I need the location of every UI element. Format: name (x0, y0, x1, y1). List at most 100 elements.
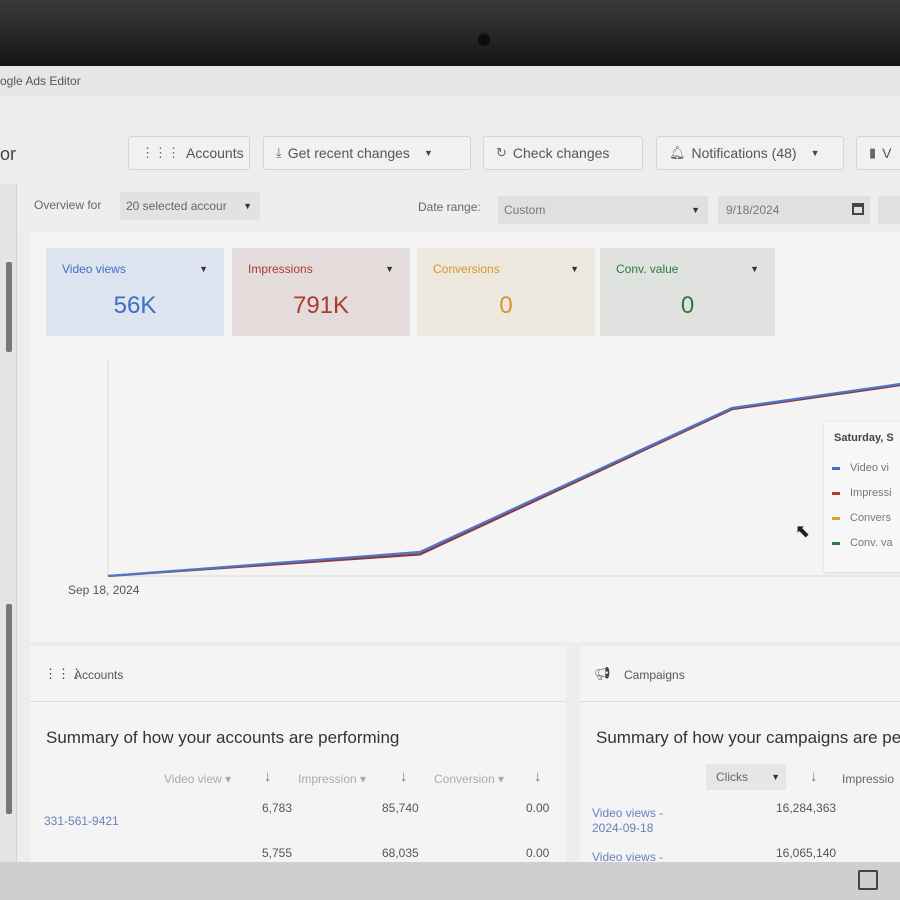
table-cell: 6,783 (262, 801, 293, 815)
chevron-down-icon: ▼ (243, 201, 252, 211)
start-date-value: 9/18/2024 (726, 203, 780, 217)
column-header-impressions[interactable]: Impressio (842, 772, 894, 786)
chevron-down-icon[interactable]: ▼ (811, 148, 820, 158)
bar-chart-icon: ▮ (869, 145, 877, 160)
column-header-impressions[interactable]: Impression ▾ (298, 772, 366, 786)
table-cell: 5,755 (262, 846, 293, 860)
accounts-button[interactable]: ⋮⋮⋮ Accounts (128, 136, 250, 170)
scrollbar-thumb[interactable] (6, 262, 12, 352)
megaphone-icon: 📢︎ (594, 666, 611, 681)
table-cell: 68,035 (382, 846, 419, 860)
overview-label: Overview for (34, 198, 102, 212)
legend-swatch (832, 516, 840, 520)
mouse-pointer-icon: ⬉ (795, 521, 811, 541)
download-icon: ⤓ (276, 145, 282, 160)
app-window: ogle Ads Editor or ⋮⋮⋮ Accounts ⤓ Get re… (0, 66, 900, 866)
account-selector-value: 20 selected accour (126, 199, 227, 213)
metric-selector-value: Clicks (716, 770, 748, 784)
x-tick-label: Sep 18, 2024 (68, 583, 140, 597)
metric-label: Conv. value (616, 262, 679, 276)
bell-icon: 🔔︎ (669, 145, 686, 160)
metric-card-impressions[interactable]: Impressions ▼ 791K (232, 248, 410, 336)
legend-swatch (832, 491, 840, 495)
window-icon[interactable] (858, 870, 878, 890)
table-cell: 0.00 (526, 846, 550, 860)
metric-card-conv-value[interactable]: Conv. value ▼ 0 (600, 248, 775, 336)
campaign-name-link[interactable]: Video views - 2024-09-18 (592, 806, 682, 836)
check-changes-label: Check changes (512, 145, 610, 161)
column-header-conversions[interactable]: Conversion ▾ (434, 772, 504, 786)
date-range-value: Custom (504, 203, 546, 217)
calendar-icon[interactable] (852, 203, 864, 215)
chevron-down-icon[interactable]: ▼ (424, 148, 433, 158)
card-heading: Summary of how your campaigns are pe (596, 728, 900, 747)
date-range-label: Date range: (418, 200, 481, 214)
start-date-field[interactable]: 9/18/2024 (718, 196, 870, 224)
metric-label: Impressions (248, 262, 313, 276)
title-bar: ogle Ads Editor (0, 66, 900, 96)
campaigns-summary-card: 📢︎ Campaigns Summary of how your campaig… (580, 646, 900, 866)
check-changes-button[interactable]: ↻ Check changes (483, 136, 643, 170)
laptop-bezel-top (0, 0, 900, 66)
tooltip-row-conv-value: Conv. va (832, 537, 893, 549)
sort-arrow-icon[interactable]: ↓ (264, 768, 272, 785)
tooltip-row-conversions: Convers (832, 512, 891, 524)
tooltip-row-label: Conv. va (850, 537, 893, 549)
metric-label: Conversions (433, 262, 500, 276)
sort-arrow-icon[interactable]: ↓ (810, 768, 818, 785)
card-heading: Summary of how your accounts are perform… (46, 728, 400, 747)
get-recent-changes-label: Get recent changes (287, 145, 410, 161)
sort-arrow-icon[interactable]: ↓ (534, 768, 542, 785)
left-side-panel (0, 184, 17, 866)
account-id-link[interactable]: 331-561-9421 (44, 814, 119, 828)
chevron-down-icon: ▼ (691, 205, 700, 215)
tooltip-row-video-views: Video vi (832, 462, 889, 474)
view-stats-button[interactable]: ▮ V (856, 136, 900, 170)
card-header: ⋮⋮⋮ Accounts (30, 646, 566, 702)
line-chart: Sep 18, 2024 (68, 360, 900, 597)
chevron-down-icon[interactable]: ▼ (750, 264, 759, 274)
accounts-button-label: Accounts (186, 145, 244, 161)
chevron-down-icon[interactable]: ▼ (385, 264, 394, 274)
column-header-video-views[interactable]: Video view ▾ (164, 772, 231, 786)
account-selector[interactable]: 20 selected accour ▼ (120, 192, 260, 220)
tooltip-row-label: Impressi (850, 487, 892, 499)
table-cell: 16,284,363 (776, 801, 837, 815)
table-cell: 0.00 (526, 801, 550, 815)
metric-selector[interactable]: Clicks ▼ (706, 764, 786, 790)
date-range-selector[interactable]: Custom ▼ (498, 196, 708, 224)
window-title: ogle Ads Editor (0, 74, 81, 88)
chevron-down-icon[interactable]: ▼ (199, 264, 208, 274)
metric-value: 0 (680, 292, 695, 319)
legend-swatch (832, 541, 840, 545)
get-recent-changes-button[interactable]: ⤓ Get recent changes ▼ (263, 136, 471, 170)
series-line-video-views (107, 382, 900, 578)
chevron-down-icon[interactable]: ▼ (570, 264, 579, 274)
view-stats-label: V (882, 145, 892, 161)
card-header: 📢︎ Campaigns (580, 646, 900, 702)
grid-icon: ⋮⋮⋮ (141, 145, 180, 160)
table-cell: 16,065,140 (776, 846, 837, 860)
taskbar (0, 862, 900, 900)
accounts-summary-card: ⋮⋮⋮ Accounts Summary of how your account… (30, 646, 566, 866)
app-title-fragment: or (0, 144, 17, 164)
overview-filter-bar: Overview for 20 selected accour ▼ Date r… (20, 184, 900, 230)
scrollbar-thumb[interactable] (6, 604, 12, 814)
webcam-icon (478, 34, 490, 46)
metric-card-conversions[interactable]: Conversions ▼ 0 (417, 248, 595, 336)
refresh-icon: ↻ (496, 145, 507, 160)
series-line-impressions (107, 384, 900, 578)
table-cell: 85,740 (382, 801, 419, 815)
metric-label: Video views (62, 262, 126, 276)
chevron-down-icon: ▼ (771, 772, 780, 782)
tooltip-row-label: Video vi (850, 462, 889, 474)
card-title: Campaigns (624, 668, 685, 682)
notifications-button[interactable]: 🔔︎ Notifications (48) ▼ (656, 136, 844, 170)
end-date-field[interactable]: 9/ (878, 196, 900, 224)
sort-arrow-icon[interactable]: ↓ (400, 768, 408, 785)
metric-card-video-views[interactable]: Video views ▼ 56K (46, 248, 224, 336)
notifications-label: Notifications (48) (691, 145, 797, 161)
metric-value: 56K (113, 292, 157, 319)
metric-value: 0 (499, 292, 513, 319)
tooltip-row-label: Convers (850, 512, 891, 524)
